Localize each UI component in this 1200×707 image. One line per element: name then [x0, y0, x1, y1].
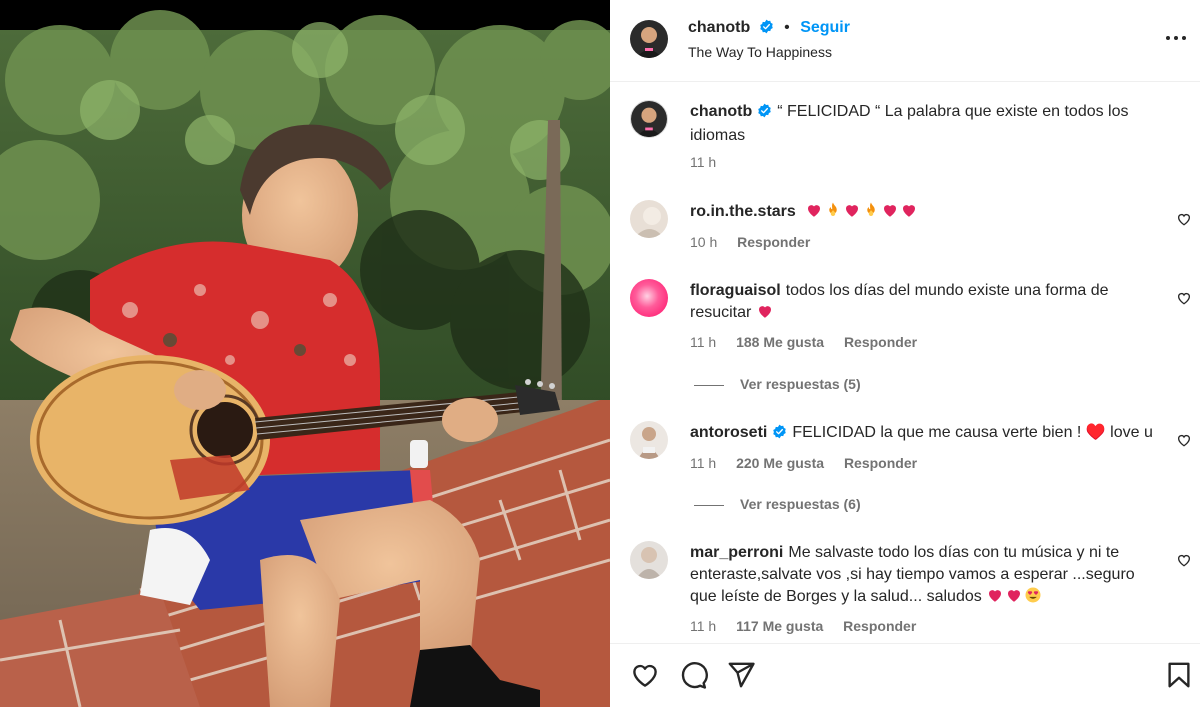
like-count[interactable]: 117 Me gusta [736, 618, 823, 634]
post-side-panel: chanotb • Seguir The Way To Happiness ch… [610, 0, 1200, 707]
commenter-avatar[interactable] [630, 421, 668, 459]
comment-username[interactable]: mar_perroni [690, 544, 783, 561]
verified-badge-icon [757, 103, 772, 125]
comment-text-block: mar_perroni Me salvaste todo los días con… [690, 542, 1160, 611]
commenter-avatar[interactable] [630, 541, 668, 579]
heart-eyes-icon [1024, 586, 1042, 611]
fire-icon [824, 201, 842, 226]
comment-like-heart-icon[interactable] [1176, 211, 1192, 227]
caption-text: “ FELICIDAD “ La palabra que existe en t… [690, 103, 1129, 144]
view-replies-label: Ver respuestas (5) [740, 376, 861, 392]
reply-button[interactable]: Responder [844, 455, 917, 471]
comment-text: FELICIDAD la que me causa verte bien ! ♥… [792, 424, 1153, 441]
reply-button[interactable]: Responder [843, 618, 916, 634]
comment-timestamp[interactable]: 11 h [690, 334, 716, 350]
red-heart-icon [843, 201, 861, 226]
comment-text-block: ro.in.the.stars [690, 201, 1160, 226]
post-image [0, 0, 610, 707]
commenter-avatar[interactable] [630, 200, 668, 238]
post-header: chanotb • Seguir The Way To Happiness [610, 0, 1200, 82]
comment-username[interactable]: antoroseti [690, 424, 767, 441]
author-username[interactable]: chanotb [688, 19, 750, 36]
red-heart-icon [1005, 586, 1023, 611]
view-replies-button[interactable]: Ver respuestas (6) [694, 496, 861, 512]
view-replies-label: Ver respuestas (6) [740, 496, 861, 512]
caption-text-block: chanotb “ FELICIDAD “ La palabra que exis… [690, 101, 1160, 147]
comment-emojis [801, 202, 919, 220]
like-count[interactable]: 220 Me gusta [736, 455, 824, 471]
commenter-avatar[interactable] [630, 279, 668, 317]
heart-icon[interactable] [630, 660, 660, 690]
header-line: chanotb • Seguir [688, 19, 850, 39]
post-photo[interactable] [0, 0, 610, 707]
follow-button[interactable]: Seguir [800, 19, 850, 36]
share-icon[interactable] [726, 660, 756, 690]
comment-timestamp[interactable]: 11 h [690, 455, 716, 471]
comment-username[interactable]: floraguaisol [690, 282, 781, 299]
more-options-icon[interactable] [1166, 36, 1186, 42]
comment-meta: 10 h Responder [690, 234, 826, 250]
view-replies-button[interactable]: Ver respuestas (5) [694, 376, 861, 392]
separator-dot: • [784, 19, 790, 36]
verified-badge-icon [772, 424, 787, 446]
post-location[interactable]: The Way To Happiness [688, 44, 832, 60]
author-username[interactable]: chanotb [690, 103, 752, 120]
author-avatar[interactable] [630, 20, 668, 58]
comment-timestamp[interactable]: 10 h [690, 234, 717, 250]
comment-timestamp[interactable]: 11 h [690, 618, 716, 634]
comment-icon[interactable] [678, 660, 708, 690]
comment-username[interactable]: ro.in.the.stars [690, 203, 796, 220]
red-heart-icon [756, 302, 774, 327]
caption-meta: 11 h [690, 154, 732, 170]
verified-badge-icon [759, 19, 774, 39]
comment-like-heart-icon[interactable] [1176, 432, 1192, 448]
post-action-bar [610, 643, 1200, 707]
red-heart-icon [805, 201, 823, 226]
replies-divider [694, 384, 724, 386]
fire-icon [862, 201, 880, 226]
comment-text-block: antoroseti FELICIDAD la que me causa vert… [690, 422, 1160, 446]
like-count[interactable]: 188 Me gusta [736, 334, 824, 350]
comment-meta: 11 h 220 Me gusta Responder [690, 455, 933, 471]
red-heart-icon [900, 201, 918, 226]
replies-divider [694, 504, 724, 506]
comment-meta: 11 h 188 Me gusta Responder [690, 334, 933, 350]
caption-timestamp[interactable]: 11 h [690, 154, 716, 170]
reply-button[interactable]: Responder [737, 234, 810, 250]
author-avatar[interactable] [630, 100, 668, 138]
red-heart-icon [986, 586, 1004, 611]
red-heart-icon [881, 201, 899, 226]
comment-like-heart-icon[interactable] [1176, 290, 1192, 306]
comment-meta: 11 h 117 Me gusta Responder [690, 618, 932, 634]
comment-like-heart-icon[interactable] [1176, 552, 1192, 568]
bookmark-icon[interactable] [1164, 660, 1194, 690]
reply-button[interactable]: Responder [844, 334, 917, 350]
comments-list[interactable]: chanotb “ FELICIDAD “ La palabra que exis… [610, 83, 1200, 643]
comment-text-block: floraguaisol todos los días del mundo exi… [690, 280, 1160, 327]
